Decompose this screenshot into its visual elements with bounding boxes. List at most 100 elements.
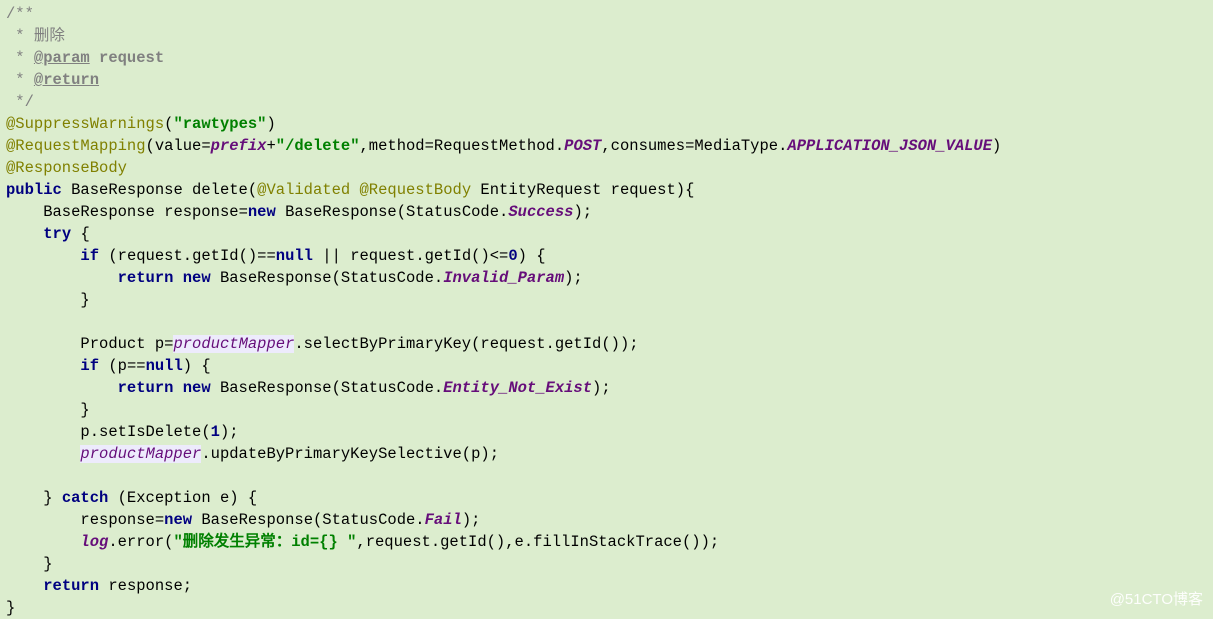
brace: } [6, 555, 53, 573]
javadoc-open: /** [6, 5, 34, 23]
brace: ){ [676, 181, 695, 199]
kw-null: null [146, 357, 183, 375]
var-e: e [220, 489, 229, 507]
str-delete: "/delete" [276, 137, 360, 155]
ann-requestbody: @RequestBody [360, 181, 481, 199]
kw-return-new: return new [118, 379, 220, 397]
kw-if: if [80, 357, 108, 375]
enum-fail: Fail [425, 511, 462, 529]
javadoc-desc: * 删除 [6, 27, 65, 45]
indent [6, 379, 118, 397]
enum-success: Success [508, 203, 573, 221]
call: .fillInStackTrace()); [524, 533, 719, 551]
paren: ( [108, 247, 117, 265]
paren: ( [108, 357, 117, 375]
const-appjson: APPLICATION_JSON_VALUE [787, 137, 992, 155]
indent [6, 247, 80, 265]
brace: } [6, 401, 90, 419]
semi: ; [183, 577, 192, 595]
indent [6, 269, 118, 287]
txt: Product [6, 335, 155, 353]
semi: ); [220, 423, 239, 441]
method-name: delete( [192, 181, 257, 199]
op-eq: = [155, 511, 164, 529]
field-productmapper: productMapper [173, 335, 294, 353]
watermark: @51CTO博客 [1110, 589, 1203, 611]
txt: (Exception [118, 489, 220, 507]
call: .updateByPrimaryKeySelective( [201, 445, 471, 463]
param-name: request [611, 181, 676, 199]
call: .error( [108, 533, 173, 551]
comma: , [356, 533, 365, 551]
var-request: request [350, 247, 415, 265]
var-p: p [80, 423, 89, 441]
javadoc-param-pre: * [6, 49, 34, 67]
txt: .getId()<= [415, 247, 508, 265]
indent [6, 511, 80, 529]
ann-validated: @Validated [257, 181, 359, 199]
op-plus: + [266, 137, 275, 155]
kw-new: new [164, 511, 201, 529]
call: .getId(), [431, 533, 515, 551]
kw-new: new [248, 203, 285, 221]
field-productmapper: productMapper [80, 445, 201, 463]
javadoc-return-pre: * [6, 71, 34, 89]
indent [6, 533, 80, 551]
call: .selectByPrimaryKey( [294, 335, 480, 353]
kw-return-new: return new [118, 269, 220, 287]
code-block: /** * 删除 * @param request * @return */ @… [0, 0, 1213, 619]
var-request: request [366, 533, 431, 551]
javadoc-param-tag: @param [34, 49, 90, 67]
str-logmsg: "删除发生异常：id={} " [173, 533, 356, 551]
var-request: request [480, 335, 545, 353]
indent [6, 445, 80, 463]
brace: ) { [518, 247, 546, 265]
semi: ); [462, 511, 481, 529]
indent [6, 357, 80, 375]
kw-null: null [276, 247, 323, 265]
var-request: request [118, 247, 183, 265]
semi: ); [480, 445, 499, 463]
txt: .getId()== [183, 247, 276, 265]
op-eq: == [127, 357, 146, 375]
return-type: BaseResponse [71, 181, 192, 199]
kw-public: public [6, 181, 71, 199]
var-p: p [471, 445, 480, 463]
var-response: response [80, 511, 154, 529]
op-eq: = [239, 203, 248, 221]
brace: ) { [183, 357, 211, 375]
op-or: || [322, 247, 350, 265]
brace: } [6, 291, 90, 309]
field-log: log [80, 533, 108, 551]
ann-responsebody: @ResponseBody [6, 159, 127, 177]
var-response: response [164, 203, 238, 221]
indent [6, 577, 43, 595]
str-rawtypes: "rawtypes" [173, 115, 266, 133]
ann-suppress: @SuppressWarnings [6, 115, 164, 133]
brace: } [6, 489, 62, 507]
var-p: p [155, 335, 164, 353]
kw-try: try [43, 225, 80, 243]
paren: ) [266, 115, 275, 133]
kw-catch: catch [62, 489, 118, 507]
indent [6, 225, 43, 243]
var-response: response [108, 577, 182, 595]
call: .getId()); [546, 335, 639, 353]
ctor: BaseResponse(StatusCode. [285, 203, 508, 221]
ann-requestmapping: @RequestMapping [6, 137, 146, 155]
indent [6, 423, 80, 441]
ctor: BaseResponse(StatusCode. [201, 511, 424, 529]
call: .setIsDelete( [90, 423, 211, 441]
enum-invalid: Invalid_Param [443, 269, 564, 287]
ctor: BaseResponse(StatusCode. [220, 379, 443, 397]
field-prefix: prefix [211, 137, 267, 155]
javadoc-return-tag: @return [34, 71, 99, 89]
semi: ); [592, 379, 611, 397]
kw-return: return [43, 577, 108, 595]
txt: (value= [146, 137, 211, 155]
ctor: BaseResponse(StatusCode. [220, 269, 443, 287]
javadoc-close: */ [6, 93, 34, 111]
param-type: EntityRequest [480, 181, 610, 199]
kw-if: if [80, 247, 108, 265]
brace: { [80, 225, 89, 243]
